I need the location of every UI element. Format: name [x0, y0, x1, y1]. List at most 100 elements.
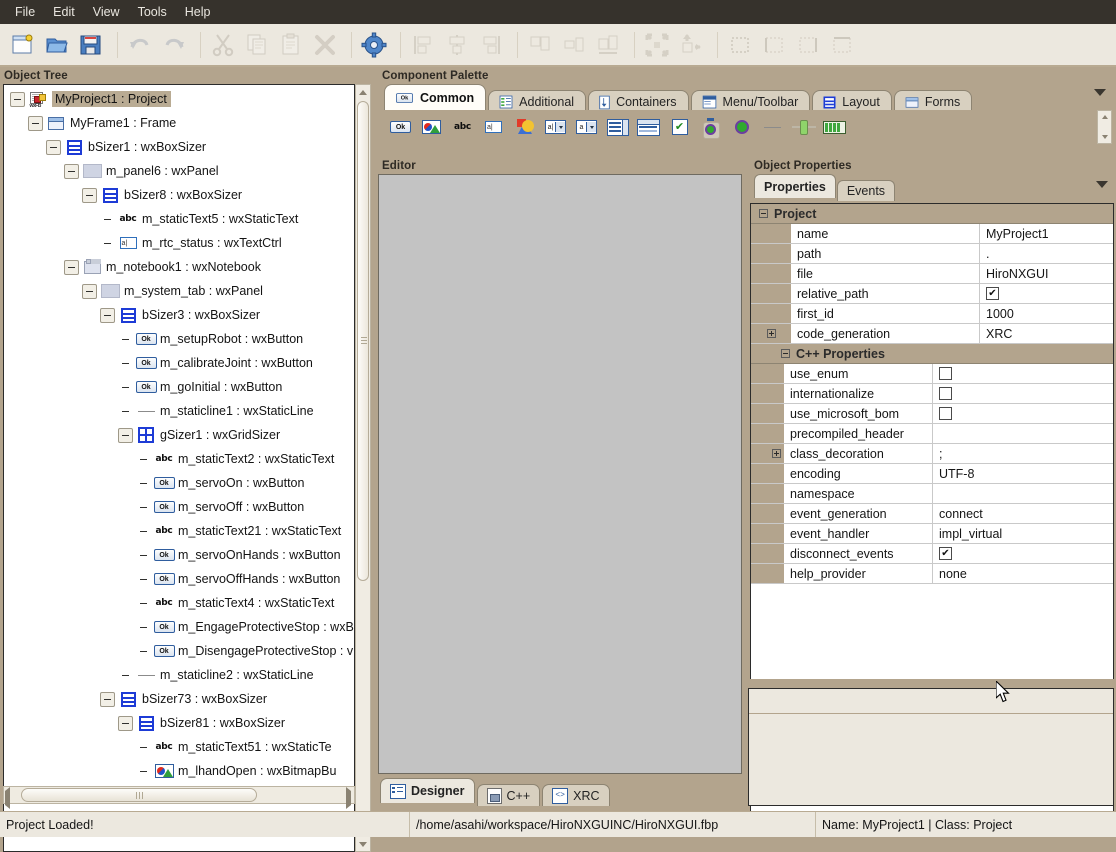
tree-item[interactable]: Okm_EngageProtectiveStop : wxB: [4, 615, 354, 639]
property-category-header[interactable]: Project: [751, 204, 1113, 224]
property-row[interactable]: use_enum: [751, 364, 1113, 384]
palette-component-wxComboBox[interactable]: a|: [540, 114, 571, 140]
tree-collapse-icon[interactable]: [118, 716, 133, 731]
palette-tab-common[interactable]: OkCommon: [384, 84, 486, 110]
menu-item-view[interactable]: View: [84, 2, 129, 22]
tree-item[interactable]: Okm_servoOn : wxButton: [4, 471, 354, 495]
tree-collapse-icon[interactable]: [64, 260, 79, 275]
palette-component-wxSlider[interactable]: [788, 114, 819, 140]
tree-item[interactable]: Okm_calibrateJoint : wxButton: [4, 351, 354, 375]
property-row[interactable]: disconnect_events: [751, 544, 1113, 564]
property-value[interactable]: [980, 284, 1113, 303]
property-value[interactable]: 1000: [980, 304, 1113, 323]
menu-item-tools[interactable]: Tools: [129, 2, 176, 22]
tree-collapse-icon[interactable]: [82, 284, 97, 299]
palette-component-wxChoice[interactable]: a: [571, 114, 602, 140]
property-checkbox[interactable]: [939, 367, 952, 380]
property-value[interactable]: XRC: [980, 324, 1113, 343]
palette-component-wxStaticBitmap[interactable]: [509, 114, 540, 140]
property-row[interactable]: class_decoration;: [751, 444, 1113, 464]
property-category-header[interactable]: C++ Properties: [751, 344, 1113, 364]
scroll-down-icon[interactable]: [1102, 131, 1108, 143]
palette-component-wxListCtrl[interactable]: [633, 114, 664, 140]
property-row[interactable]: encodingUTF-8: [751, 464, 1113, 484]
designer-canvas[interactable]: [378, 174, 742, 774]
generate-code-button[interactable]: [359, 30, 389, 60]
palette-component-wxBitmapButton[interactable]: [416, 114, 447, 140]
tree-item[interactable]: bSizer8 : wxBoxSizer: [4, 183, 354, 207]
tree-item[interactable]: m_system_tab : wxPanel: [4, 279, 354, 303]
property-value[interactable]: HiroNXGUI: [980, 264, 1113, 283]
tree-collapse-icon[interactable]: [28, 116, 43, 131]
object-tree-hscrollbar[interactable]: [3, 786, 355, 804]
tree-item[interactable]: abcm_staticText2 : wxStaticText: [4, 447, 354, 471]
palette-component-wxListBox[interactable]: [602, 114, 633, 140]
object-tree-vscrollbar[interactable]: [355, 84, 371, 852]
hscroll-thumb[interactable]: [21, 788, 257, 802]
property-row[interactable]: code_generationXRC: [751, 324, 1113, 344]
new-project-button[interactable]: [8, 30, 38, 60]
tree-collapse-icon[interactable]: [10, 92, 25, 107]
palette-component-wxTextCtrl[interactable]: a|: [478, 114, 509, 140]
tree-item[interactable]: bSizer73 : wxBoxSizer: [4, 687, 354, 711]
tree-item[interactable]: bSizer1 : wxBoxSizer: [4, 135, 354, 159]
tree-item[interactable]: bSizer3 : wxBoxSizer: [4, 303, 354, 327]
property-value[interactable]: [933, 364, 1113, 383]
tree-item[interactable]: abcm_staticText21 : wxStaticText: [4, 519, 354, 543]
property-row[interactable]: path.: [751, 244, 1113, 264]
tree-collapse-icon[interactable]: [100, 692, 115, 707]
property-value[interactable]: [933, 484, 1113, 503]
editor-tab-c++[interactable]: C++: [477, 784, 541, 806]
tree-item[interactable]: abcm_staticText5 : wxStaticText: [4, 207, 354, 231]
tree-item[interactable]: MyFrame1 : Frame: [4, 111, 354, 135]
property-row[interactable]: internationalize: [751, 384, 1113, 404]
property-value[interactable]: ;: [933, 444, 1113, 463]
tree-collapse-icon[interactable]: [100, 308, 115, 323]
properties-tab-events[interactable]: Events: [837, 180, 895, 201]
palette-component-wxGauge[interactable]: [819, 114, 850, 140]
scroll-right-icon[interactable]: [346, 791, 351, 805]
property-row[interactable]: event_generationconnect: [751, 504, 1113, 524]
category-collapse-icon[interactable]: [759, 209, 768, 218]
property-row[interactable]: namespace: [751, 484, 1113, 504]
tree-item[interactable]: bSizer81 : wxBoxSizer: [4, 711, 354, 735]
property-row[interactable]: precompiled_header: [751, 424, 1113, 444]
tree-item[interactable]: gSizer1 : wxGridSizer: [4, 423, 354, 447]
tree-item[interactable]: Okm_servoOff : wxButton: [4, 495, 354, 519]
property-row[interactable]: help_providernone: [751, 564, 1113, 584]
menu-item-file[interactable]: File: [6, 2, 44, 22]
tree-collapse-icon[interactable]: [82, 188, 97, 203]
tree-item[interactable]: Okm_servoOffHands : wxButton: [4, 567, 354, 591]
property-expand-icon[interactable]: [772, 449, 781, 458]
tree-item[interactable]: abcm_staticText51 : wxStaticTe: [4, 735, 354, 759]
palette-component-wxRadioBox[interactable]: [726, 114, 757, 140]
scroll-up-icon[interactable]: [1102, 111, 1108, 123]
category-collapse-icon[interactable]: [781, 349, 790, 358]
palette-vscrollbar[interactable]: [1097, 110, 1112, 144]
editor-tab-designer[interactable]: Designer: [380, 778, 475, 803]
palette-component-wxStaticLine[interactable]: [757, 114, 788, 140]
tree-item[interactable]: a|m_rtc_status : wxTextCtrl: [4, 231, 354, 255]
tree-item[interactable]: m_staticline1 : wxStaticLine: [4, 399, 354, 423]
tree-item[interactable]: m_staticline2 : wxStaticLine: [4, 663, 354, 687]
scroll-up-icon[interactable]: [356, 85, 370, 99]
property-value[interactable]: MyProject1: [980, 224, 1113, 243]
property-value[interactable]: [933, 404, 1113, 423]
property-value[interactable]: impl_virtual: [933, 524, 1113, 543]
chevron-down-icon[interactable]: [1094, 89, 1106, 96]
chevron-down-icon[interactable]: [1096, 181, 1108, 188]
tree-item[interactable]: abcm_staticText4 : wxStaticText: [4, 591, 354, 615]
property-value[interactable]: none: [933, 564, 1113, 583]
tree-item[interactable]: m_lhandOpen : wxBitmapBu: [4, 759, 354, 783]
menu-item-edit[interactable]: Edit: [44, 2, 84, 22]
property-row[interactable]: first_id1000: [751, 304, 1113, 324]
open-project-button[interactable]: [42, 30, 72, 60]
tree-item[interactable]: m_panel6 : wxPanel: [4, 159, 354, 183]
property-row[interactable]: event_handlerimpl_virtual: [751, 524, 1113, 544]
property-row[interactable]: relative_path: [751, 284, 1113, 304]
property-row[interactable]: nameMyProject1: [751, 224, 1113, 244]
tree-item[interactable]: Okm_DisengageProtectiveStop : v: [4, 639, 354, 663]
tree-collapse-icon[interactable]: [118, 428, 133, 443]
palette-component-wxStaticText[interactable]: abc: [447, 114, 478, 140]
object-tree-list[interactable]: wxFBMyProject1 : ProjectMyFrame1 : Frame…: [3, 84, 355, 852]
